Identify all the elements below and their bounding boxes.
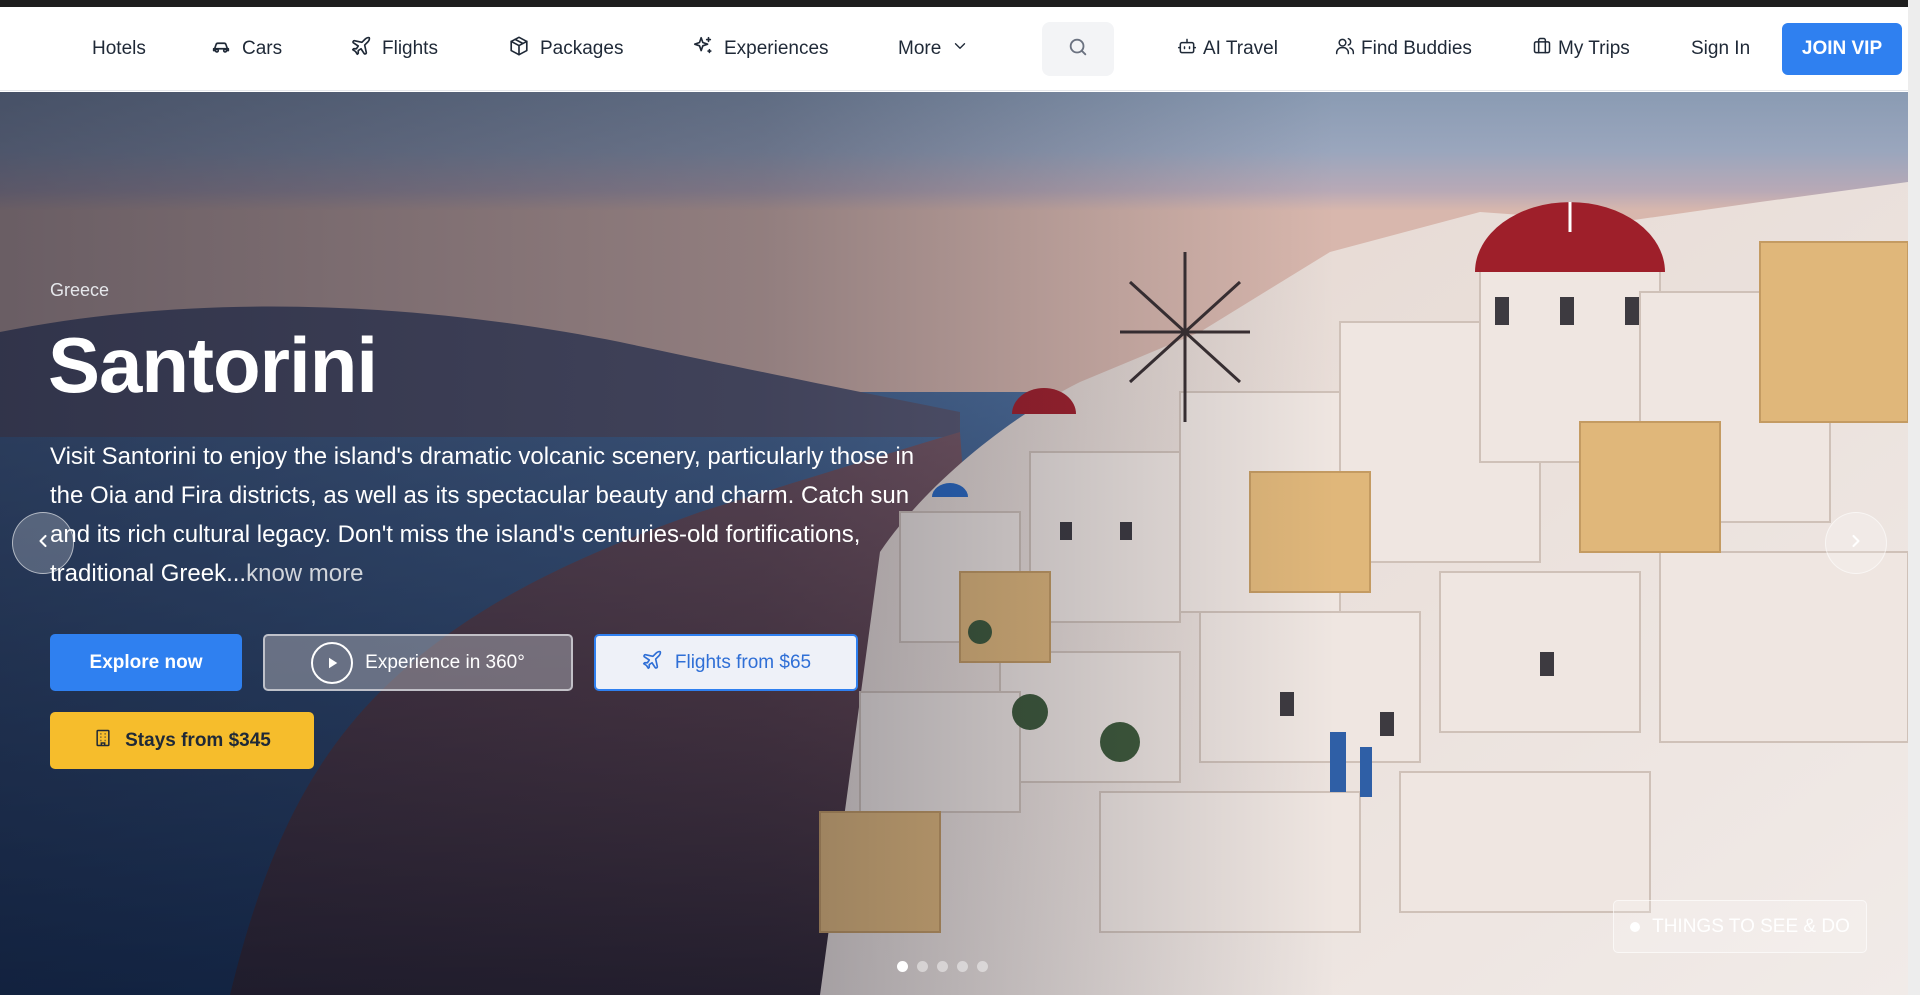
sign-in-link[interactable]: Sign In: [1691, 7, 1750, 91]
plane-icon: [641, 649, 663, 677]
explore-now-label: Explore now: [89, 651, 203, 673]
carousel-next-button[interactable]: [1825, 512, 1887, 574]
nav-find-buddies-label: Find Buddies: [1361, 38, 1472, 59]
nav-ai-travel-label: AI Travel: [1203, 38, 1278, 59]
browser-viewport: Hotels Cars Flights Packages Experiences: [0, 0, 1908, 995]
nav-hotels-label: Hotels: [92, 38, 146, 59]
nav-more-dropdown[interactable]: More: [898, 7, 969, 91]
sign-in-label: Sign In: [1691, 38, 1751, 59]
nav-experiences[interactable]: Experiences: [692, 7, 829, 91]
nav-find-buddies[interactable]: Find Buddies: [1335, 7, 1472, 91]
join-vip-label: JOIN VIP: [1801, 38, 1883, 59]
search-button[interactable]: [1042, 22, 1114, 76]
nav-cars-label: Cars: [242, 38, 283, 59]
experience-360-button[interactable]: Experience in 360°: [263, 634, 573, 691]
nav-hotels[interactable]: Hotels: [92, 7, 146, 91]
carousel-dot-2[interactable]: [917, 961, 928, 972]
chevron-right-icon: [1846, 531, 1866, 556]
nav-flights-label: Flights: [382, 38, 438, 59]
carousel-indicators: [897, 961, 988, 972]
briefcase-icon: [1532, 36, 1552, 62]
plane-icon: [350, 35, 372, 63]
window-right-edge: [1908, 0, 1920, 995]
top-navigation: Hotels Cars Flights Packages Experiences: [0, 7, 1908, 91]
nav-my-trips-label: My Trips: [1558, 38, 1630, 59]
bot-icon: [1177, 36, 1197, 62]
sparkles-icon: [692, 35, 714, 63]
nav-experiences-label: Experiences: [724, 38, 829, 59]
flights-from-button[interactable]: Flights from $65: [594, 634, 858, 691]
description-text: Visit Santorini to enjoy the island's dr…: [50, 443, 915, 587]
experience-360-label: Experience in 360°: [365, 651, 525, 673]
chevron-left-icon: [33, 531, 53, 556]
nav-ai-travel[interactable]: AI Travel: [1177, 7, 1278, 91]
nav-my-trips[interactable]: My Trips: [1532, 7, 1630, 91]
window-top-border: [0, 0, 1920, 7]
building-icon: [93, 728, 113, 754]
destination-title: Santorini: [48, 321, 378, 409]
carousel-dot-4[interactable]: [957, 961, 968, 972]
search-icon: [1067, 36, 1089, 63]
hero-carousel: Greece Santorini Visit Santorini to enjo…: [0, 92, 1908, 995]
package-icon: [508, 35, 530, 63]
carousel-dot-3[interactable]: [937, 961, 948, 972]
carousel-prev-button[interactable]: [12, 512, 74, 574]
join-vip-button[interactable]: JOIN VIP: [1782, 23, 1902, 75]
chevron-down-icon: [951, 37, 969, 61]
stays-from-button[interactable]: Stays from $345: [50, 712, 314, 769]
car-icon: [210, 35, 232, 63]
play-icon: [311, 641, 354, 684]
bullet-icon: [1630, 921, 1641, 932]
nav-packages-label: Packages: [540, 38, 624, 59]
stays-from-label: Stays from $345: [125, 729, 271, 751]
destination-description: Visit Santorini to enjoy the island's dr…: [50, 437, 920, 593]
carousel-dot-1[interactable]: [897, 961, 908, 972]
nav-packages[interactable]: Packages: [508, 7, 623, 91]
destination-country: Greece: [50, 280, 110, 300]
explore-now-button[interactable]: Explore now: [50, 634, 242, 691]
carousel-dot-5[interactable]: [977, 961, 988, 972]
nav-flights[interactable]: Flights: [350, 7, 438, 91]
things-to-see-button[interactable]: THINGS TO SEE & DO: [1613, 900, 1867, 953]
users-icon: [1335, 36, 1355, 62]
know-more-link[interactable]: know more: [246, 560, 363, 587]
nav-more-label: More: [898, 38, 942, 59]
things-to-see-label: THINGS TO SEE & DO: [1652, 915, 1850, 937]
flights-from-label: Flights from $65: [674, 651, 812, 673]
nav-cars[interactable]: Cars: [210, 7, 282, 91]
